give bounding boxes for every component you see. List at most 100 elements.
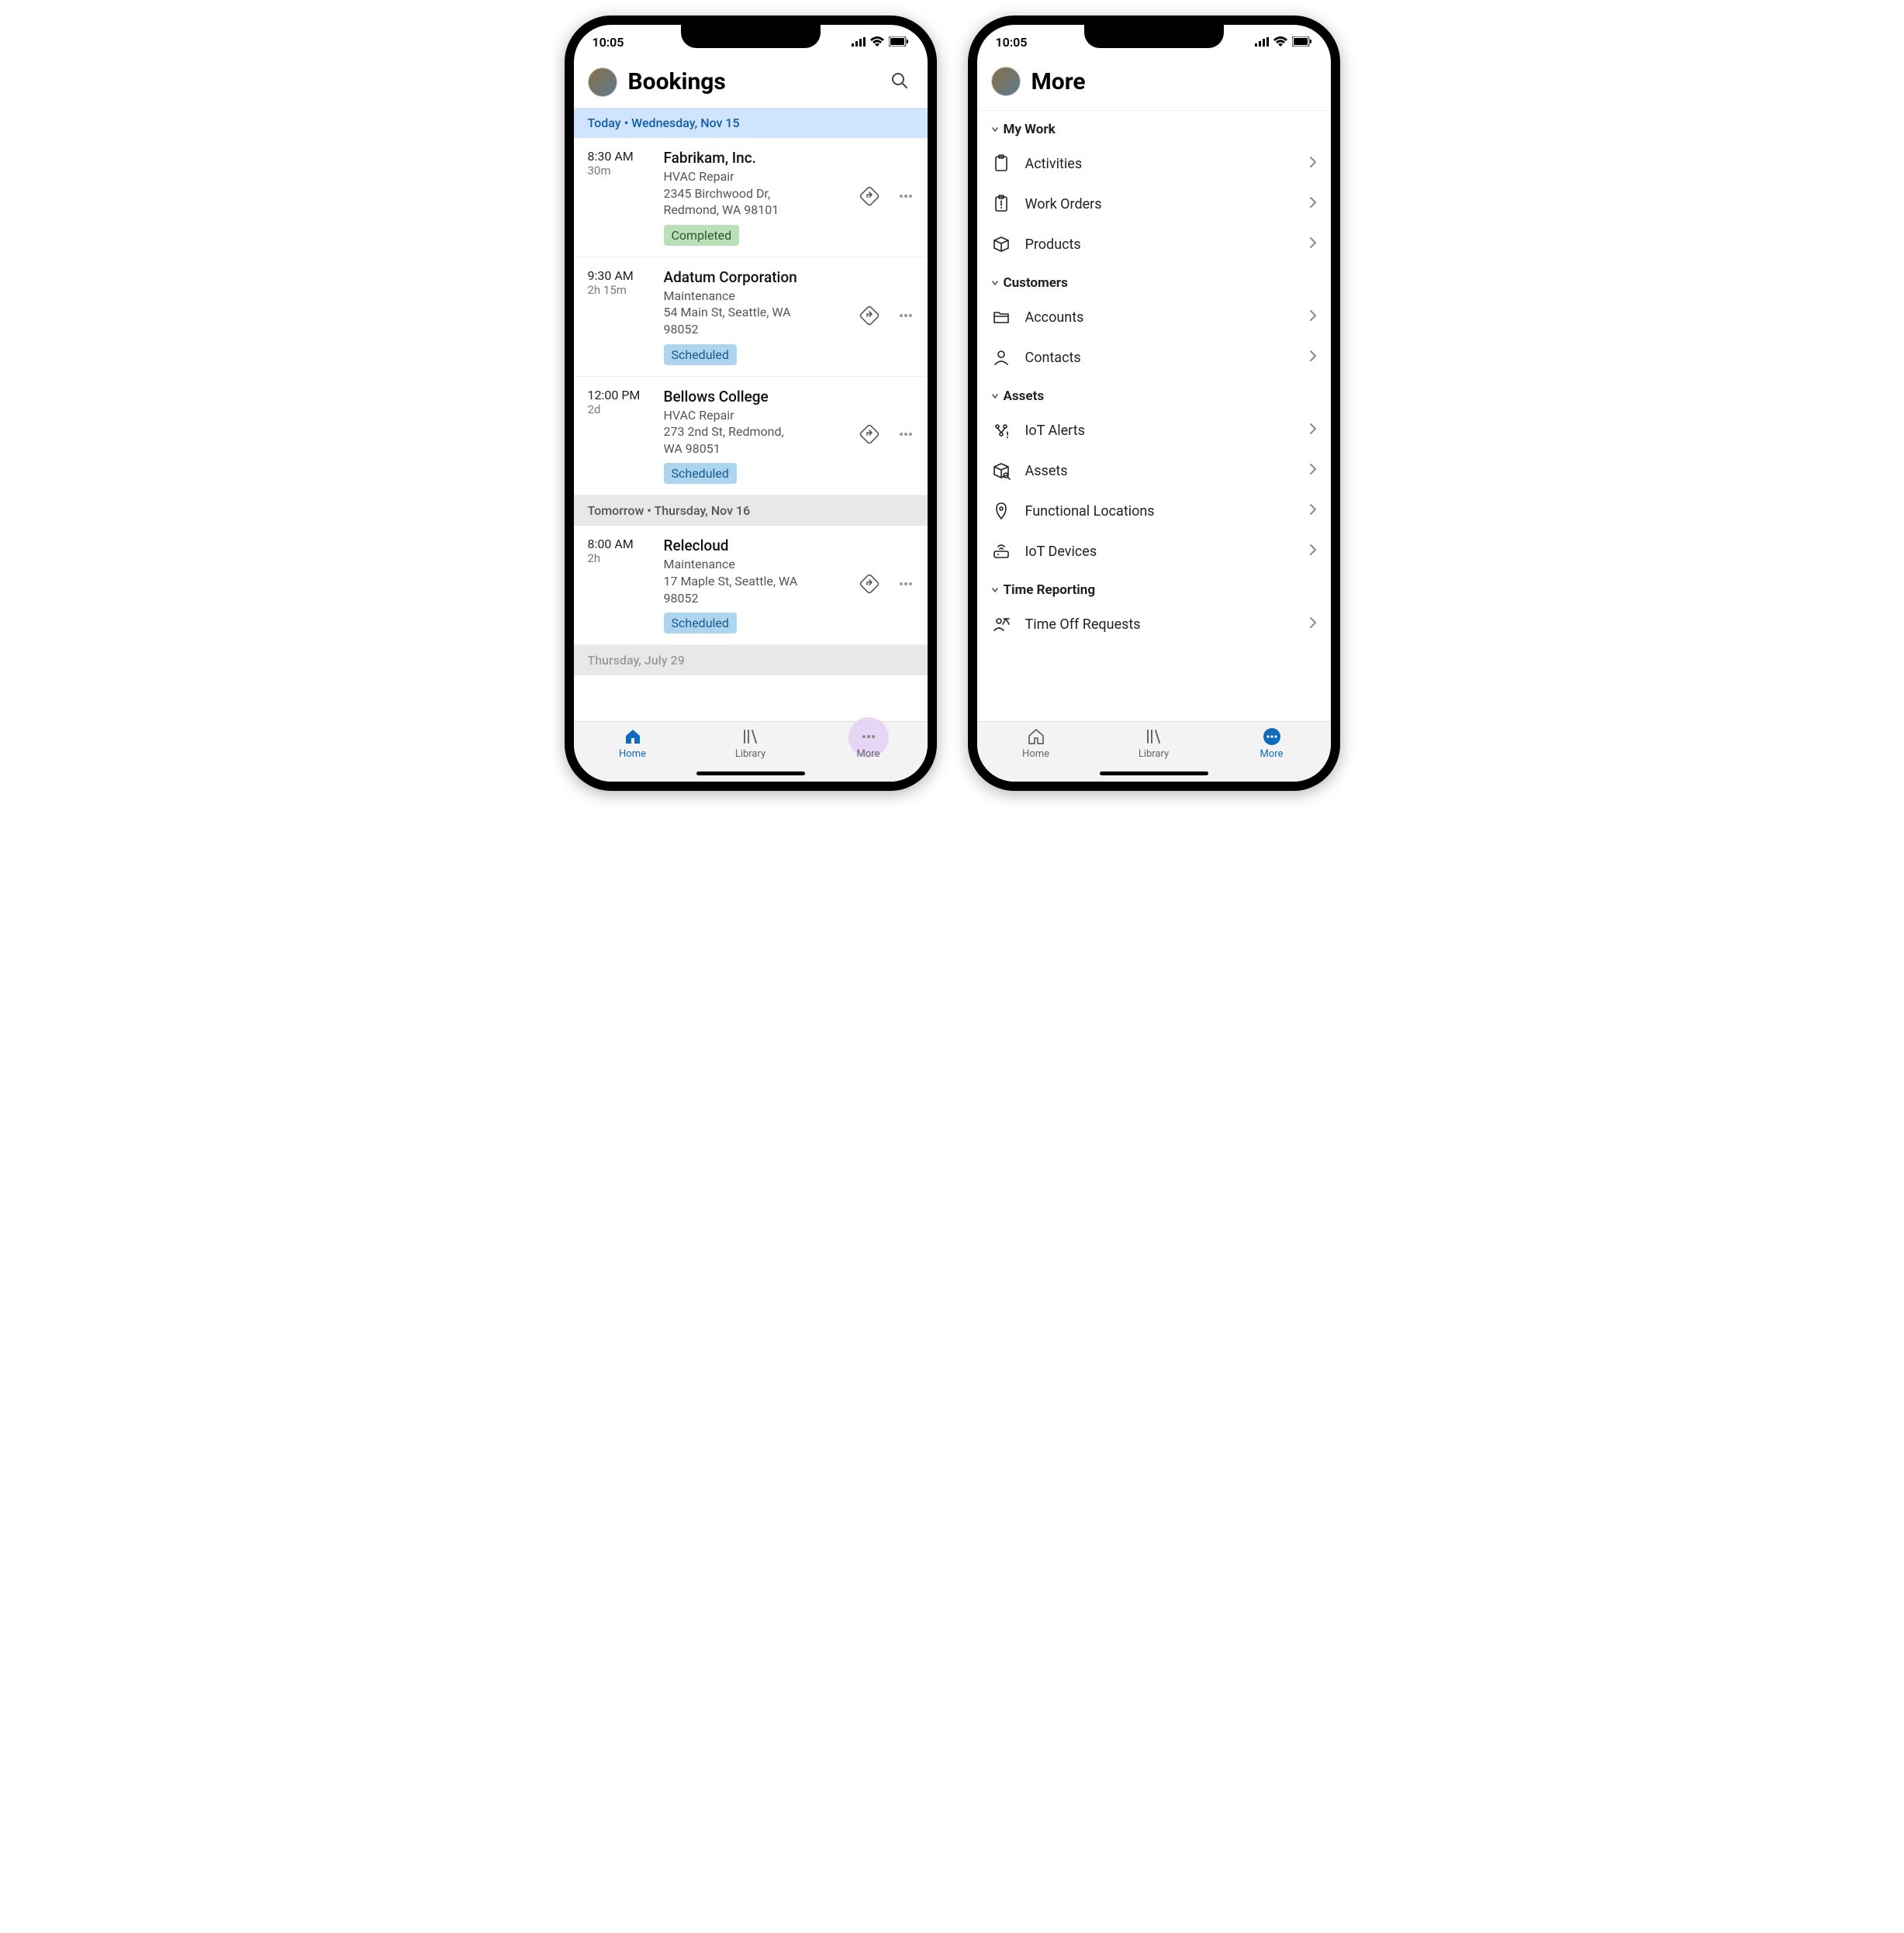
cellular-icon bbox=[852, 35, 866, 50]
menu-item-label: Accounts bbox=[1025, 309, 1295, 326]
menu-item[interactable]: IoT Alerts bbox=[977, 410, 1331, 450]
home-indicator[interactable] bbox=[696, 771, 805, 775]
iot-alert-icon bbox=[991, 421, 1011, 440]
section-title: My Work bbox=[1004, 122, 1056, 137]
section-header[interactable]: Customers bbox=[977, 264, 1331, 297]
booking-address-line2: WA 98051 bbox=[664, 440, 847, 457]
menu-item-label: Assets bbox=[1025, 463, 1295, 479]
booking-type: Maintenance bbox=[664, 288, 847, 305]
home-indicator[interactable] bbox=[1100, 771, 1208, 775]
home-icon bbox=[1027, 727, 1045, 747]
booking-body: RelecloudMaintenance17 Maple St, Seattle… bbox=[664, 537, 847, 633]
overflow-button[interactable] bbox=[893, 303, 918, 330]
status-time: 10:05 bbox=[593, 35, 624, 50]
search-button[interactable] bbox=[886, 67, 914, 97]
date-header: Today • Wednesday, Nov 15 bbox=[574, 108, 928, 138]
booking-body: Adatum CorporationMaintenance54 Main St,… bbox=[664, 268, 847, 365]
chevron-down-icon bbox=[991, 388, 999, 404]
avatar[interactable] bbox=[991, 67, 1021, 96]
menu-item-label: Work Orders bbox=[1025, 196, 1295, 212]
tab-home[interactable]: Home bbox=[1005, 727, 1067, 760]
library-icon bbox=[1145, 727, 1163, 747]
tab-more[interactable]: More bbox=[838, 727, 900, 760]
booking-item[interactable]: 12:00 PM2dBellows CollegeHVAC Repair273 … bbox=[574, 377, 928, 496]
cellular-icon bbox=[1255, 35, 1269, 50]
chevron-right-icon bbox=[1309, 236, 1317, 253]
status-badge: Completed bbox=[664, 225, 740, 246]
folder-icon bbox=[991, 308, 1011, 326]
section-title: Customers bbox=[1004, 275, 1068, 291]
chevron-down-icon bbox=[991, 122, 999, 137]
notch bbox=[681, 25, 821, 48]
date-peek: Thursday, July 29 bbox=[574, 645, 928, 675]
menu-item[interactable]: Activities bbox=[977, 143, 1331, 184]
directions-icon bbox=[858, 318, 881, 330]
menu-item[interactable]: IoT Devices bbox=[977, 531, 1331, 571]
overflow-button[interactable] bbox=[893, 571, 918, 599]
booking-time: 8:30 AM30m bbox=[588, 149, 656, 246]
chevron-right-icon bbox=[1309, 616, 1317, 633]
home-icon bbox=[624, 727, 642, 747]
directions-icon bbox=[858, 437, 881, 448]
booking-address-line1: 2345 Birchwood Dr, bbox=[664, 185, 847, 202]
section-header[interactable]: Assets bbox=[977, 378, 1331, 410]
directions-button[interactable] bbox=[855, 181, 884, 213]
search-icon bbox=[890, 71, 909, 90]
booking-item[interactable]: 8:00 AM2hRelecloudMaintenance17 Maple St… bbox=[574, 526, 928, 645]
more-scroll[interactable]: More My Work Activities Work Orders Product… bbox=[977, 59, 1331, 721]
overflow-button[interactable] bbox=[893, 184, 918, 211]
overflow-button[interactable] bbox=[893, 422, 918, 449]
avatar[interactable] bbox=[588, 67, 617, 97]
menu-item[interactable]: Products bbox=[977, 224, 1331, 264]
box-search-icon bbox=[991, 461, 1011, 480]
timeoff-icon bbox=[991, 615, 1011, 633]
menu-item-label: Time Off Requests bbox=[1025, 616, 1295, 633]
booking-address-line1: 54 Main St, Seattle, WA bbox=[664, 304, 847, 321]
menu-item[interactable]: Assets bbox=[977, 450, 1331, 491]
directions-button[interactable] bbox=[855, 419, 884, 451]
section-header[interactable]: My Work bbox=[977, 111, 1331, 143]
tab-library-label: Library bbox=[1139, 748, 1169, 760]
more-icon bbox=[859, 727, 878, 747]
status-icons bbox=[852, 35, 909, 50]
menu-item[interactable]: Functional Locations bbox=[977, 491, 1331, 531]
bookings-scroll[interactable]: Bookings Today • Wednesday, Nov 158:30 A… bbox=[574, 59, 928, 721]
menu-item[interactable]: Time Off Requests bbox=[977, 604, 1331, 644]
chevron-right-icon bbox=[1309, 463, 1317, 479]
directions-button[interactable] bbox=[855, 569, 884, 601]
chevron-right-icon bbox=[1309, 544, 1317, 560]
chevron-right-icon bbox=[1309, 423, 1317, 439]
library-icon bbox=[741, 727, 760, 747]
menu-item-label: Contacts bbox=[1025, 350, 1295, 366]
booking-item[interactable]: 8:30 AM30mFabrikam, Inc.HVAC Repair2345 … bbox=[574, 138, 928, 257]
menu-item[interactable]: Accounts bbox=[977, 297, 1331, 337]
tab-more[interactable]: More bbox=[1241, 727, 1303, 760]
booking-duration: 30m bbox=[588, 164, 656, 178]
booking-actions bbox=[855, 388, 918, 485]
tab-library[interactable]: Library bbox=[720, 727, 782, 760]
tab-library[interactable]: Library bbox=[1123, 727, 1185, 760]
booking-type: HVAC Repair bbox=[664, 168, 847, 185]
menu-item[interactable]: Contacts bbox=[977, 337, 1331, 378]
tab-home[interactable]: Home bbox=[602, 727, 664, 760]
booking-address-line2: Redmond, WA 98101 bbox=[664, 202, 847, 219]
booking-item[interactable]: 9:30 AM2h 15mAdatum CorporationMaintenan… bbox=[574, 257, 928, 377]
section-header[interactable]: Time Reporting bbox=[977, 571, 1331, 604]
dots-icon bbox=[897, 434, 915, 446]
booking-type: HVAC Repair bbox=[664, 407, 847, 424]
booking-company: Bellows College bbox=[664, 388, 847, 406]
header: Bookings bbox=[574, 59, 928, 108]
menu-item[interactable]: Work Orders bbox=[977, 184, 1331, 224]
tab-library-label: Library bbox=[735, 748, 765, 760]
booking-time: 12:00 PM2d bbox=[588, 388, 656, 485]
booking-time: 8:00 AM2h bbox=[588, 537, 656, 633]
booking-duration: 2h bbox=[588, 551, 656, 565]
directions-button[interactable] bbox=[855, 301, 884, 333]
menu-item-label: IoT Devices bbox=[1025, 544, 1295, 560]
page-title: More bbox=[1031, 68, 1317, 95]
battery-icon bbox=[1292, 35, 1312, 50]
booking-time: 9:30 AM2h 15m bbox=[588, 268, 656, 365]
more-icon bbox=[1263, 727, 1281, 747]
booking-type: Maintenance bbox=[664, 556, 847, 573]
booking-start: 8:30 AM bbox=[588, 149, 656, 164]
